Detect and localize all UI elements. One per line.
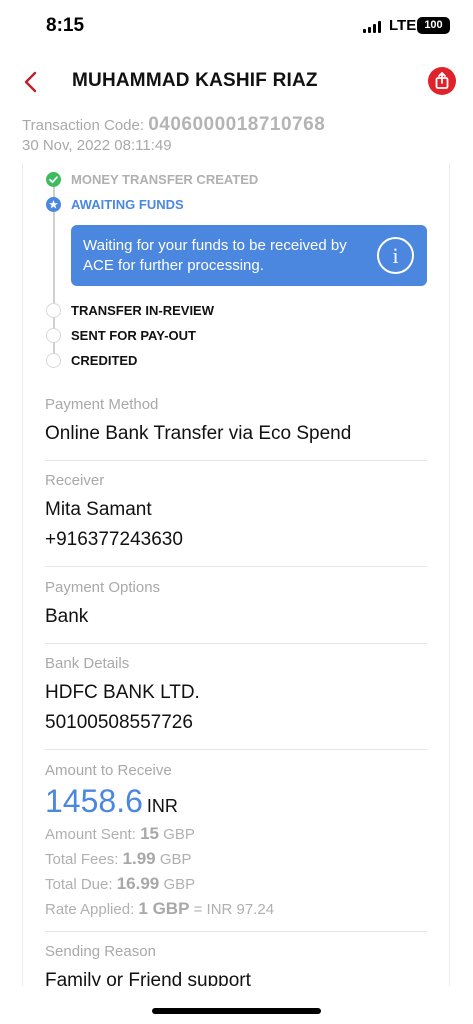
transaction-code-label: Transaction Code: — [22, 117, 145, 134]
status-time: 8:15 — [46, 15, 85, 36]
back-button[interactable] — [18, 68, 46, 96]
transaction-code: Transaction Code: 0406000018710768 — [22, 114, 325, 136]
payment-options-section: Payment Options Bank — [45, 579, 427, 632]
payment-method-value: Online Bank Transfer via Eco Spend — [45, 423, 352, 444]
pending-dot-icon — [46, 303, 61, 318]
status-info-banner: Waiting for your funds to be received by… — [71, 225, 427, 286]
amount-sent-line: Amount Sent: 15 GBP — [45, 822, 427, 847]
timeline-step-label: MONEY TRANSFER CREATED — [71, 172, 259, 187]
amount-sent-currency: GBP — [163, 826, 195, 843]
amount-sent-value: 15 — [140, 824, 159, 843]
bank-details-label: Bank Details — [45, 655, 130, 672]
status-bar: 8:15 LTE 100 — [0, 0, 473, 52]
total-due-currency: GBP — [163, 876, 196, 893]
total-due-line: Total Due: 16.99 GBP — [45, 872, 427, 897]
transaction-date: 30 Nov, 2022 08:11:49 — [22, 137, 172, 154]
info-icon[interactable]: i — [377, 237, 414, 274]
bank-details-section: Bank Details HDFC BANK LTD. 501005085577… — [45, 655, 427, 738]
total-fees-line: Total Fees: 1.99 GBP — [45, 847, 427, 872]
divider — [45, 643, 427, 644]
pending-dot-icon — [46, 328, 61, 343]
star-icon — [46, 197, 61, 212]
receiver-section: Receiver Mita Samant +916377243630 — [45, 472, 427, 555]
pending-dot-icon — [46, 353, 61, 368]
receiver-label: Receiver — [45, 472, 105, 489]
chevron-left-icon — [24, 71, 37, 93]
amount-value: 1458.6 — [45, 783, 143, 819]
rate-applied-label: Rate Applied: — [45, 901, 135, 918]
total-due-value: 16.99 — [116, 874, 160, 893]
timeline-step-label: CREDITED — [71, 353, 138, 368]
amount-currency: INR — [146, 796, 178, 816]
payment-method-label: Payment Method — [45, 396, 159, 413]
bottom-safe-area — [0, 986, 473, 1024]
home-indicator[interactable] — [152, 1008, 321, 1014]
page-title: MUHAMMAD KASHIF RIAZ — [72, 70, 318, 91]
transaction-code-value: 0406000018710768 — [148, 114, 326, 135]
timeline-step-label: SENT FOR PAY-OUT — [71, 328, 196, 343]
amount-section: Amount to Receive 1458.6 INR Amount Sent:… — [45, 762, 427, 922]
timeline-step-label: AWAITING FUNDS — [71, 197, 184, 212]
divider — [45, 460, 427, 461]
payment-method-section: Payment Method Online Bank Transfer via … — [45, 396, 427, 449]
check-icon — [46, 172, 61, 187]
total-fees-currency: GBP — [159, 851, 192, 868]
amount-to-receive: 1458.6 INR — [45, 783, 427, 820]
sending-reason-label: Sending Reason — [45, 943, 156, 960]
share-icon — [435, 72, 449, 89]
amount-sent-label: Amount Sent: — [45, 826, 136, 843]
amount-label: Amount to Receive — [45, 762, 172, 779]
rate-applied-value: 1 GBP — [138, 899, 190, 918]
divider — [45, 931, 427, 932]
signal-icon — [363, 21, 383, 33]
info-message: Waiting for your funds to be received by… — [83, 237, 347, 274]
share-button[interactable] — [428, 67, 456, 95]
receiver-name: Mita Samant — [45, 499, 152, 520]
bank-name: HDFC BANK LTD. — [45, 682, 200, 703]
divider — [45, 566, 427, 567]
rate-applied-line: Rate Applied: 1 GBP = INR 97.24 — [45, 897, 427, 922]
battery-icon: 100 — [417, 17, 450, 34]
bank-account-number: 50100508557726 — [45, 712, 193, 733]
total-fees-value: 1.99 — [122, 849, 156, 868]
rate-applied-result: = INR 97.24 — [193, 901, 275, 918]
divider — [45, 749, 427, 750]
payment-options-label: Payment Options — [45, 579, 161, 596]
total-due-label: Total Due: — [45, 876, 113, 893]
receiver-phone: +916377243630 — [45, 529, 183, 550]
total-fees-label: Total Fees: — [45, 851, 119, 868]
payment-options-value: Bank — [45, 606, 89, 627]
network-type: LTE — [389, 17, 417, 34]
timeline-step-label: TRANSFER IN-REVIEW — [71, 303, 214, 318]
header: MUHAMMAD KASHIF RIAZ — [0, 58, 473, 108]
